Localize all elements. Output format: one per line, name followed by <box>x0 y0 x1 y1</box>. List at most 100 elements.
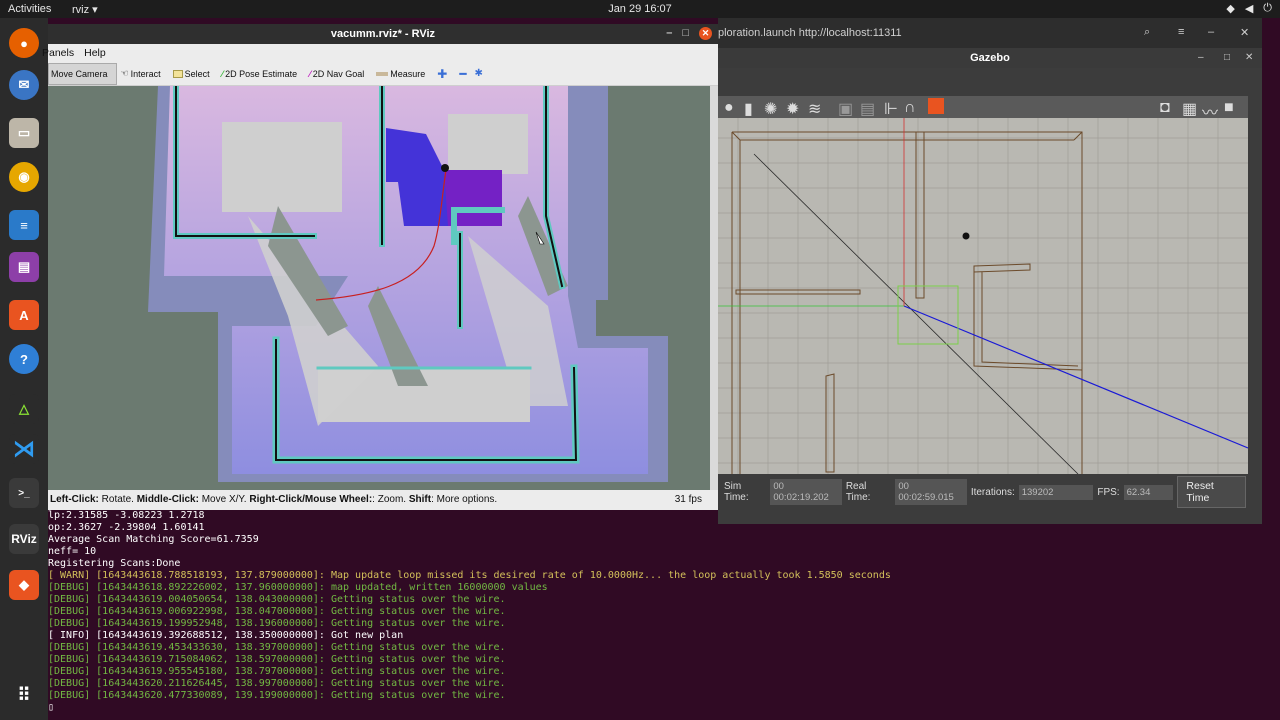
gazebo-menu-bar <box>718 68 1262 96</box>
screenshot-icon[interactable]: ◘ <box>1160 99 1170 117</box>
view-angle-icon[interactable] <box>928 98 944 114</box>
iterations-label: Iterations: <box>970 486 1015 498</box>
move-camera-label: Move Camera <box>51 68 108 79</box>
copy-icon[interactable]: ▣ <box>838 99 853 119</box>
show-apps-icon[interactable]: ⠿ <box>9 680 39 710</box>
close-icon[interactable]: ✕ <box>1245 52 1253 63</box>
video-icon[interactable]: ■ <box>1224 99 1234 117</box>
add-tool-button[interactable]: ✚ <box>433 63 455 85</box>
dock: ● ✉ ▭ ◉ ≡ ▤ A ? △ ⋊ >_ RViz ◆ ⠿ <box>0 18 48 720</box>
move-hint: Move X/Y. <box>198 494 250 505</box>
align-icon[interactable]: ⊩ <box>884 99 898 119</box>
terminal-lines: lp:2.31585 -3.08223 1.2718 op:2.3627 -2.3… <box>48 510 1280 714</box>
rviz-menu-bar: Panels Help <box>42 44 718 62</box>
close-icon[interactable]: ✕ <box>1240 26 1249 39</box>
spot-light-icon[interactable]: ✹ <box>786 99 799 119</box>
terminal-line: [ WARN] [1643443618.788518193, 137.87900… <box>48 570 891 581</box>
free-space <box>448 114 528 174</box>
writer-icon[interactable]: ≡ <box>9 210 39 240</box>
search-icon[interactable]: ⌕ <box>1144 26 1150 39</box>
log-icon[interactable]: ▦ <box>1182 99 1197 119</box>
interact-tool[interactable]: ☜ Interact <box>117 63 169 85</box>
gazebo-icon[interactable]: ◆ <box>9 570 39 600</box>
rviz-icon[interactable]: RViz <box>9 524 39 554</box>
fps-value: 62.34 <box>1123 484 1174 500</box>
thunderbird-icon[interactable]: ✉ <box>9 70 39 100</box>
rviz-title: vacumm.rviz* - RViz <box>330 28 436 40</box>
terminal-line: neff= 10 <box>48 546 97 557</box>
files-icon[interactable]: ▭ <box>9 118 39 148</box>
rviz-toolbar: Move Camera ☜ Interact Select ⁄ 2D Pose … <box>48 62 718 86</box>
measure-label: Measure <box>390 68 426 79</box>
rviz-status-bar: Left-Click: Rotate. Middle-Click: Move X… <box>48 490 718 510</box>
view-splitter[interactable] <box>710 86 718 490</box>
maximize-icon[interactable]: □ <box>682 27 689 40</box>
rhythmbox-icon[interactable]: ◉ <box>9 162 39 192</box>
nav-goal-tool[interactable]: ⁄ 2D Nav Goal <box>305 63 372 85</box>
terminal-line: [DEBUG] [1643443619.006922998, 138.04700… <box>48 606 506 617</box>
minimize-icon[interactable]: – <box>1198 52 1204 63</box>
terminal-title-bar[interactable]: ploration.launch http://localhost:11311 … <box>718 18 1262 48</box>
snap-icon[interactable]: ∩ <box>904 99 916 117</box>
pose-estimate-tool[interactable]: ⁄ 2D Pose Estimate <box>218 63 306 85</box>
terminal-line: Registering Scans:Done <box>48 558 181 569</box>
maximize-icon[interactable]: □ <box>1224 52 1230 63</box>
menu-panels[interactable]: Panels <box>42 47 74 59</box>
hamburger-icon[interactable]: ≡ <box>1178 26 1184 38</box>
right-click-hint: Right-Click/Mouse Wheel: <box>249 494 373 505</box>
rviz-3d-view[interactable] <box>48 86 710 490</box>
move-camera-tool[interactable]: Move Camera <box>48 62 117 85</box>
system-tray[interactable]: ◆ ◀ ⏻ <box>1226 2 1272 15</box>
gazebo-toolbar: ● ▮ ✺ ✹ ≋ ▣ ▤ ⊩ ∩ ◘ ▦ 〰 ■ <box>718 96 1248 122</box>
close-icon[interactable]: ✕ <box>699 27 712 40</box>
firefox-icon[interactable]: ● <box>9 28 39 58</box>
terminal-output[interactable]: lp:2.31585 -3.08223 1.2718 op:2.3627 -2.3… <box>48 508 1280 720</box>
screenshot-icon[interactable]: ▤ <box>9 252 39 282</box>
ruler-icon <box>376 71 389 76</box>
minus-icon: ━ <box>459 66 467 81</box>
minimize-icon[interactable]: – <box>1208 26 1214 38</box>
sphere-icon[interactable]: ● <box>724 99 734 117</box>
terminal-line: [DEBUG] [1643443619.199952948, 138.19600… <box>48 618 506 629</box>
minimize-icon[interactable]: – <box>666 27 672 40</box>
real-time-value: 00 00:02:59.015 <box>895 479 967 505</box>
clock[interactable]: Jan 29 16:07 <box>0 3 1280 15</box>
terminal-line: [ INFO] [1643443619.392688512, 138.35000… <box>48 630 404 641</box>
remove-tool-button[interactable]: ━ <box>455 63 470 85</box>
terminal-line: Average Scan Matching Score=61.7359 <box>48 534 259 545</box>
gazebo-3d-view[interactable] <box>718 118 1248 474</box>
middle-click-hint: Middle-Click: <box>136 494 199 505</box>
gazebo-status-bar: Sim Time: 00 00:02:19.202 Real Time: 00 … <box>718 476 1248 508</box>
top-bar: Activities rviz ▾ Jan 29 16:07 ◆ ◀ ⏻ <box>0 0 1280 18</box>
select-tool[interactable]: Select <box>169 63 218 85</box>
software-icon[interactable]: A <box>9 300 39 330</box>
gazebo-window: ploration.launch http://localhost:11311 … <box>718 18 1262 524</box>
point-light-icon[interactable]: ✺ <box>764 99 777 119</box>
nav-goal-label: 2D Nav Goal <box>312 68 365 79</box>
more-hint: : More options. <box>431 494 498 505</box>
interact-label: Interact <box>130 68 161 79</box>
paste-icon[interactable]: ▤ <box>860 99 875 119</box>
magenta-arrow-icon: ⁄ <box>309 68 311 79</box>
select-label: Select <box>184 68 210 79</box>
terminal-line: ▯ <box>48 702 55 713</box>
volume-icon: ◀ <box>1244 3 1254 15</box>
help-icon[interactable]: ? <box>9 344 39 374</box>
terminal-line: [DEBUG] [1643443619.955545180, 138.79700… <box>48 666 506 677</box>
vscode-icon[interactable]: ⋊ <box>9 434 39 464</box>
sim-time-label: Sim Time: <box>724 481 749 503</box>
tool-properties-button[interactable]: ✱ <box>471 63 487 85</box>
terminal-icon[interactable]: >_ <box>9 478 39 508</box>
directional-light-icon[interactable]: ≋ <box>808 99 821 119</box>
reset-time-button[interactable]: Reset Time <box>1177 476 1247 508</box>
free-space <box>222 122 342 212</box>
rviz-title-bar[interactable]: vacumm.rviz* - RViz – □ ✕ <box>48 24 718 44</box>
inkscape-icon[interactable]: △ <box>9 394 39 424</box>
cylinder-icon[interactable]: ▮ <box>744 99 753 119</box>
gear-icon: ✱ <box>474 68 483 79</box>
rviz-map <box>148 86 668 482</box>
pose-estimate-label: 2D Pose Estimate <box>225 68 298 79</box>
measure-tool[interactable]: Measure <box>372 63 433 85</box>
menu-help[interactable]: Help <box>84 47 106 59</box>
ground-grid <box>718 118 1248 474</box>
